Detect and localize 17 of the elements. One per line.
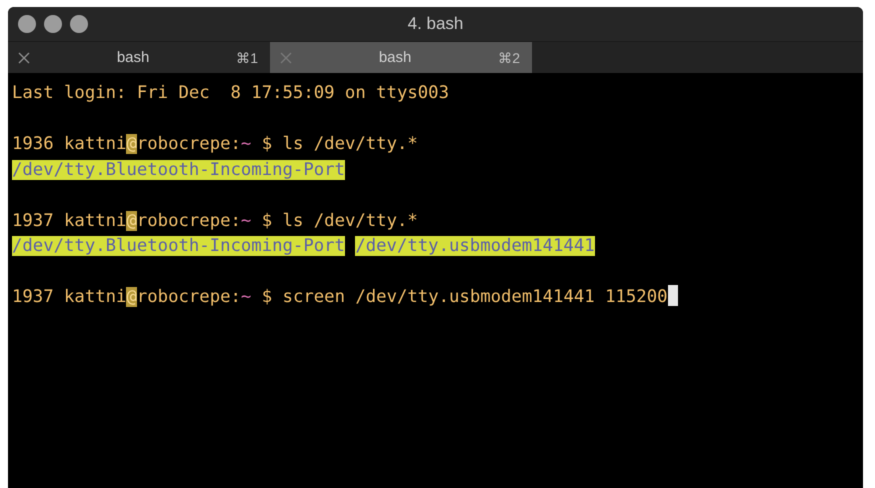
tab-label: bash bbox=[378, 49, 412, 66]
tab-shortcut: ⌘1 bbox=[236, 50, 258, 66]
terminal-text: Last login: Fri Dec 8 17:55:09 on ttys003 bbox=[12, 83, 449, 103]
prompt-line: 1936 kattni@robocrepe:~ $ ls /dev/tty.* bbox=[12, 134, 418, 154]
highlighted-path: /dev/tty.usbmodem141441 bbox=[355, 236, 595, 256]
window-control-icon[interactable] bbox=[70, 15, 88, 33]
highlighted-path: /dev/tty.Bluetooth-Incoming-Port bbox=[12, 236, 345, 256]
window-title: 4. bash bbox=[408, 14, 464, 34]
prompt-line: 1937 kattni@robocrepe:~ $ ls /dev/tty.* bbox=[12, 210, 418, 230]
tab-shortcut: ⌘2 bbox=[498, 50, 520, 66]
prompt-line: 1937 kattni@robocrepe:~ $ screen /dev/tty.usbmodem141441 115200 bbox=[12, 287, 668, 307]
tab[interactable]: bash ⌘2 bbox=[270, 42, 532, 73]
window-control-icon[interactable] bbox=[18, 15, 36, 33]
highlighted-path: /dev/tty.Bluetooth-Incoming-Port bbox=[12, 160, 345, 180]
tab-label: bash bbox=[116, 49, 150, 66]
close-icon[interactable] bbox=[18, 52, 30, 64]
window-control-icon[interactable] bbox=[44, 15, 62, 33]
